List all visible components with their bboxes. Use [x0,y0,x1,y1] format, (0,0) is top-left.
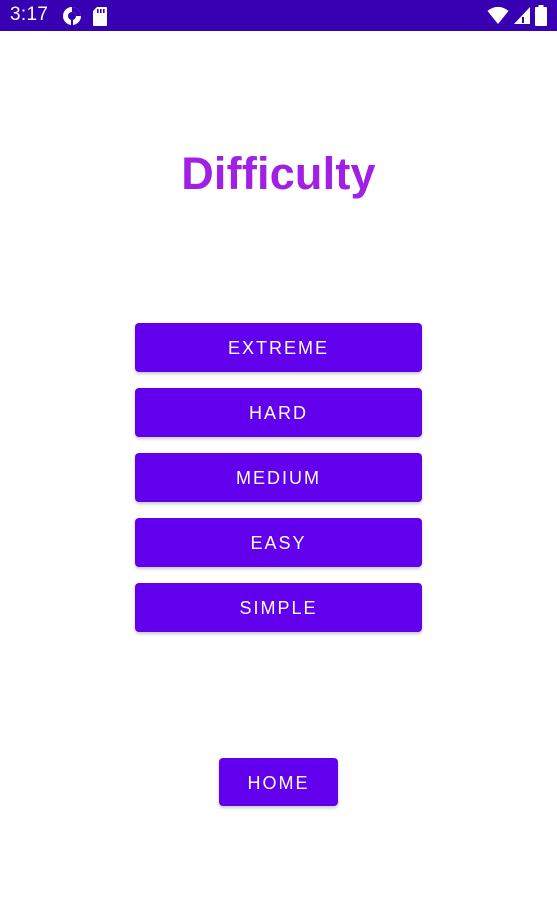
status-right-icons [487,5,547,26]
page-title: Difficulty [181,148,376,199]
battery-icon [535,5,547,26]
hard-button[interactable]: HARD [135,388,422,437]
easy-button[interactable]: EASY [135,518,422,567]
status-left-icons [62,6,107,26]
simple-button[interactable]: SIMPLE [135,583,422,632]
difficulty-list: EXTREME HARD MEDIUM EASY SIMPLE [135,323,422,648]
data-saver-icon [62,6,82,26]
wifi-icon [487,6,509,25]
extreme-button[interactable]: EXTREME [135,323,422,372]
status-time: 3:17 [10,4,49,25]
home-button[interactable]: HOME [219,758,338,806]
sd-card-icon [93,6,107,26]
status-bar: 3:17 [0,0,557,31]
medium-button[interactable]: MEDIUM [135,453,422,502]
cell-signal-icon [513,6,531,25]
